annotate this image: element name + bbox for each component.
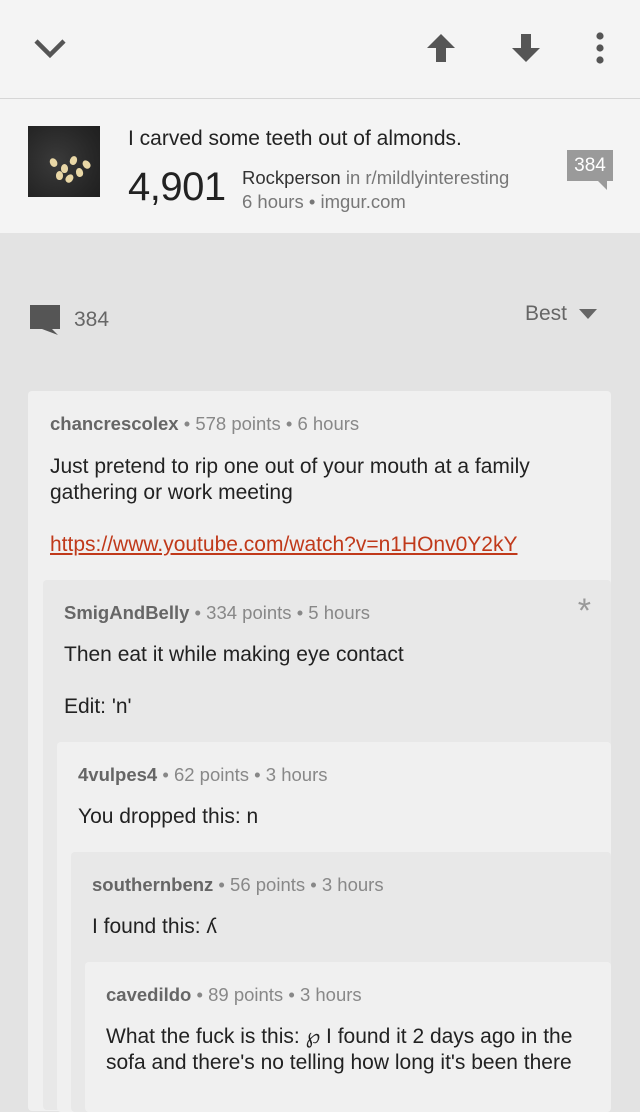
comment-author[interactable]: SmigAndBelly	[64, 602, 189, 623]
top-toolbar	[0, 0, 640, 99]
sort-label: Best	[525, 302, 568, 325]
downvote-button[interactable]	[500, 24, 552, 72]
comment-author[interactable]: southernbenz	[92, 874, 213, 895]
comment-author[interactable]: chancrescolex	[50, 413, 179, 434]
comment-body: Just pretend to rip one out of your mout…	[50, 455, 530, 504]
comment-meta: • 56 points • 3 hours	[213, 874, 384, 895]
comment-header: southernbenz • 56 points • 3 hours	[92, 874, 384, 896]
comment-bubble-icon	[30, 305, 60, 335]
comment-author[interactable]: 4vulpes4	[78, 764, 157, 785]
kebab-menu-icon	[596, 32, 604, 64]
comment-count: 384	[30, 305, 109, 335]
comment-body: You dropped this: n	[78, 805, 259, 828]
post-thumbnail[interactable]	[28, 126, 100, 197]
comment-edit: Edit: 'n'	[64, 695, 132, 718]
comment-link[interactable]: https://www.youtube.com/watch?v=n1HOnv0Y…	[50, 532, 518, 558]
comment-header: SmigAndBelly • 334 points • 5 hours	[64, 602, 370, 624]
upvote-button[interactable]	[415, 24, 467, 72]
comment-header: 4vulpes4 • 62 points • 3 hours	[78, 764, 328, 786]
arrow-down-icon	[512, 34, 540, 62]
comment-count-label: 384	[74, 308, 110, 331]
gilded-star-icon: *	[577, 592, 591, 630]
comment-meta: • 89 points • 3 hours	[191, 984, 362, 1005]
comment-author[interactable]: cavedildo	[106, 984, 191, 1005]
chevron-down-icon	[34, 39, 66, 59]
post-author[interactable]: Rockperson	[242, 167, 341, 188]
comment-meta: • 62 points • 3 hours	[157, 764, 328, 785]
comment-body: I found this: ʎ	[92, 915, 217, 938]
post-author-line: Rockperson in r/mildlyinteresting	[242, 167, 509, 189]
comment-body: Then eat it while making eye contact	[64, 643, 404, 666]
comment-meta: • 578 points • 6 hours	[178, 413, 360, 434]
post-title[interactable]: I carved some teeth out of almonds.	[128, 127, 462, 151]
post-score: 4,901	[128, 165, 226, 209]
comment-header: chancrescolex • 578 points • 6 hours	[50, 413, 359, 435]
sort-dropdown[interactable]: Best	[525, 302, 598, 326]
comment-header: cavedildo • 89 points • 3 hours	[106, 984, 362, 1006]
comment-count-badge[interactable]: 384	[567, 150, 613, 190]
comment-body: What the fuck is this: ℘ I found it 2 da…	[106, 1025, 573, 1074]
collapse-button[interactable]	[24, 24, 76, 72]
caret-down-icon	[579, 309, 598, 319]
post-subreddit[interactable]: in r/mildlyinteresting	[341, 167, 510, 188]
comment-meta: • 334 points • 5 hours	[189, 602, 371, 623]
overflow-menu-button[interactable]	[574, 24, 626, 72]
post-age-domain: 6 hours • imgur.com	[242, 191, 406, 212]
arrow-up-icon	[427, 34, 455, 62]
post-header[interactable]: I carved some teeth out of almonds. 4,90…	[0, 99, 640, 233]
